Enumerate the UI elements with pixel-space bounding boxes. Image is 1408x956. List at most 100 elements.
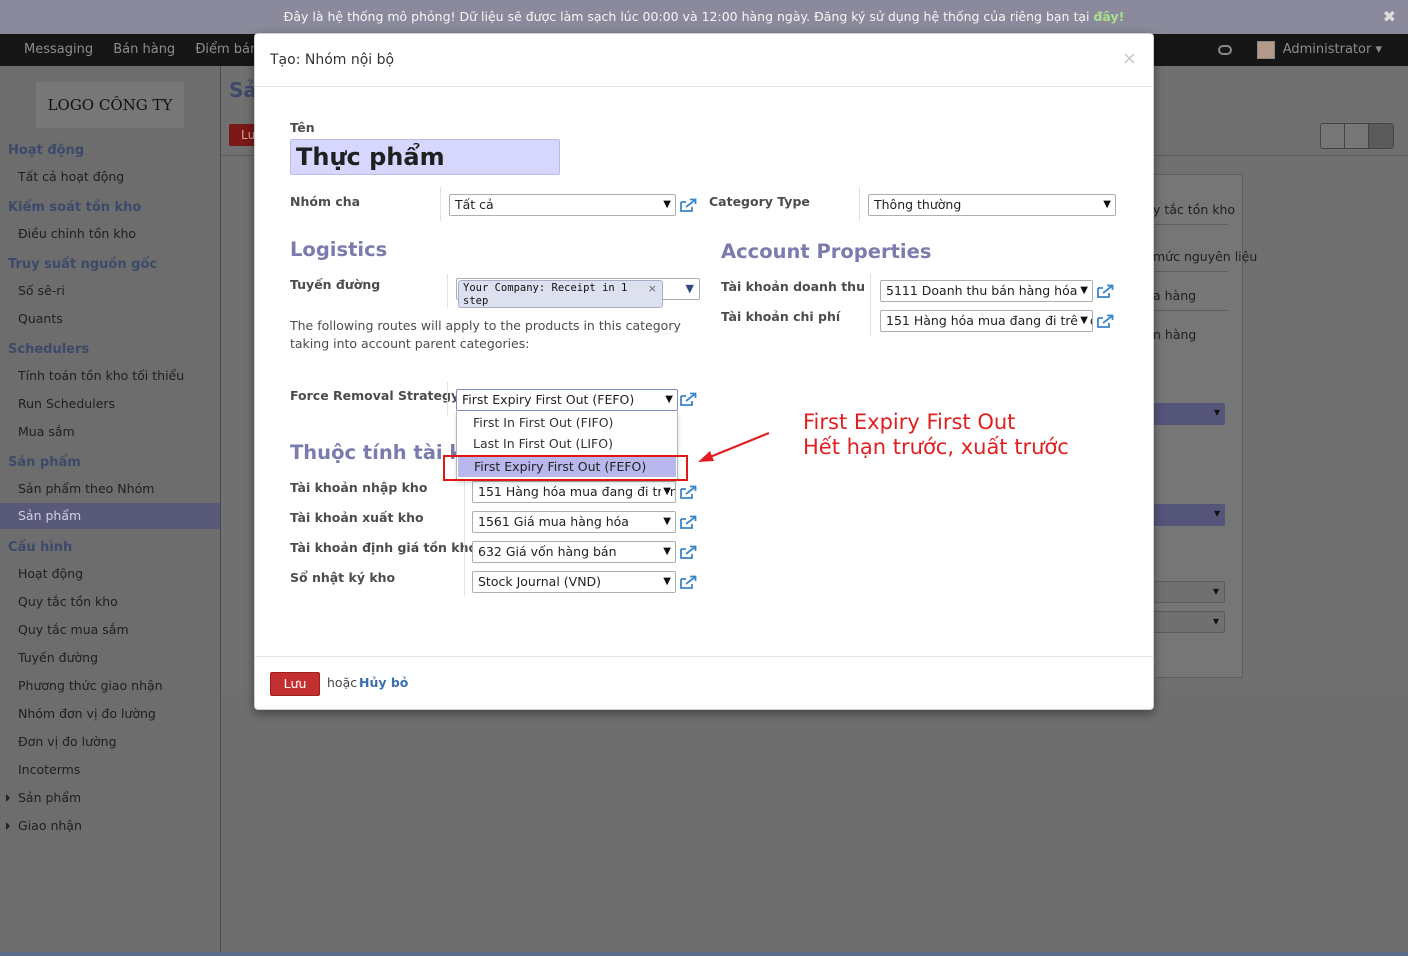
cancel-link[interactable]: Hủy bỏ bbox=[359, 675, 408, 690]
sidebar-item-routes[interactable]: Tuyến đường bbox=[18, 650, 98, 665]
sidebar-item-inventory-adjust[interactable]: Điều chỉnh tồn kho bbox=[18, 226, 136, 241]
stock-journal-label: Sổ nhật ký kho bbox=[290, 570, 396, 585]
sidebar-item-config-activities[interactable]: Hoạt động bbox=[18, 566, 83, 581]
sidebar-item-procurement[interactable]: Mua sắm bbox=[18, 424, 75, 439]
stock-valuation-select[interactable]: 632 Giá vốn hàng bán ▼ bbox=[472, 541, 676, 563]
company-logo: LOGO CÔNG TY bbox=[36, 82, 184, 128]
view-switcher[interactable] bbox=[1320, 123, 1394, 149]
sidebar-item-shipping[interactable]: Giao nhận bbox=[18, 818, 82, 833]
category-type-value: Thông thường bbox=[874, 197, 962, 212]
remove-tag-icon[interactable]: × bbox=[648, 282, 657, 295]
close-icon[interactable]: × bbox=[1122, 48, 1137, 69]
divider bbox=[1153, 310, 1228, 311]
banner-link[interactable]: đây! bbox=[1093, 9, 1124, 24]
routes-label: Tuyến đường bbox=[290, 277, 381, 292]
chat-icon[interactable] bbox=[1218, 44, 1233, 55]
sidebar-item-min-stock[interactable]: Tính toán tồn kho tối thiểu bbox=[18, 368, 184, 383]
external-link-icon[interactable] bbox=[680, 575, 697, 589]
external-link-icon[interactable] bbox=[680, 515, 697, 529]
sidebar-item-serial[interactable]: Số sê-ri bbox=[18, 283, 65, 298]
expense-account-select[interactable]: 151 Hàng hóa mua đang đi trên đường ▼ bbox=[880, 310, 1093, 332]
sidebar-item-quants[interactable]: Quants bbox=[18, 311, 63, 326]
background-text: y tắc tồn kho bbox=[1153, 202, 1236, 217]
parent-label: Nhóm cha bbox=[290, 194, 361, 209]
annotation-line-2: Hết hạn trước, xuất trước bbox=[803, 435, 1069, 459]
chevron-down-icon: ▼ bbox=[1078, 311, 1088, 331]
sidebar-item-stock-rules[interactable]: Quy tắc tồn kho bbox=[18, 594, 118, 609]
removal-strategy-value: First Expiry First Out (FEFO) bbox=[462, 392, 635, 407]
parent-value: Tất cả bbox=[455, 197, 494, 212]
category-type-label: Category Type bbox=[709, 194, 810, 209]
demo-banner: Đây là hệ thống mô phỏng! Dữ liệu sẽ đượ… bbox=[0, 0, 1408, 34]
nav-sales[interactable]: Bán hàng bbox=[113, 42, 175, 57]
stock-journal-select[interactable]: Stock Journal (VND) ▼ bbox=[472, 571, 676, 593]
banner-close-icon[interactable]: ✖ bbox=[1383, 0, 1396, 34]
nav-messaging[interactable]: Messaging bbox=[24, 42, 93, 57]
sidebar-item-config-products[interactable]: Sản phẩm bbox=[18, 790, 81, 805]
external-link-icon[interactable] bbox=[680, 198, 697, 212]
user-menu[interactable]: Administrator bbox=[1283, 42, 1372, 57]
form-view-icon[interactable] bbox=[1369, 124, 1393, 148]
sidebar-item-uom-groups[interactable]: Nhóm đơn vị đo lường bbox=[18, 706, 156, 721]
sidebar-head-inventory-control: Kiểm soát tồn kho bbox=[8, 200, 142, 215]
background-select[interactable] bbox=[1153, 581, 1225, 603]
route-tag-label: Your Company: Receipt in 1 step bbox=[463, 282, 628, 307]
divider bbox=[1153, 224, 1228, 225]
income-account-select[interactable]: 5111 Doanh thu bán hàng hóa ▼ bbox=[880, 280, 1093, 302]
background-text: mức nguyên liệu bbox=[1153, 249, 1258, 264]
sidebar-item-products-by-group[interactable]: Sản phẩm theo Nhóm bbox=[18, 481, 154, 496]
stock-output-select[interactable]: 1561 Giá mua hàng hóa ▼ bbox=[472, 511, 676, 533]
background-select[interactable] bbox=[1153, 504, 1225, 526]
option-lifo[interactable]: Last In First Out (LIFO) bbox=[473, 436, 613, 451]
expense-account-value: 151 Hàng hóa mua đang đi trên đường bbox=[886, 313, 1092, 328]
external-link-icon[interactable] bbox=[680, 392, 697, 406]
chevron-down-icon: ▼ bbox=[1101, 195, 1111, 215]
divider bbox=[1153, 271, 1228, 272]
chevron-down-icon: ▼ bbox=[663, 390, 673, 410]
routes-help-text: The following routes will apply to the p… bbox=[290, 318, 681, 351]
expense-account-label: Tài khoản chi phí bbox=[721, 309, 841, 324]
external-link-icon[interactable] bbox=[680, 545, 697, 559]
chevron-down-icon: ▼ bbox=[1078, 281, 1088, 301]
stock-valuation-value: 632 Giá vốn hàng bán bbox=[478, 544, 617, 559]
sidebar-item-incoterms[interactable]: Incoterms bbox=[18, 762, 80, 777]
sidebar-item-uom[interactable]: Đơn vị đo lường bbox=[18, 734, 117, 749]
external-link-icon[interactable] bbox=[680, 485, 697, 499]
caret-right-icon[interactable] bbox=[6, 822, 10, 830]
sidebar-item-products[interactable]: Sản phẩm bbox=[0, 503, 220, 529]
background-text: n hàng bbox=[1153, 327, 1197, 342]
name-field[interactable]: Thực phẩm bbox=[290, 139, 560, 175]
logistics-heading: Logistics bbox=[290, 238, 388, 261]
stock-output-label: Tài khoản xuất kho bbox=[290, 510, 424, 525]
background-select[interactable] bbox=[1153, 403, 1225, 425]
income-account-label: Tài khoản doanh thu bbox=[721, 279, 865, 294]
caret-right-icon[interactable] bbox=[6, 794, 10, 802]
dialog-header: Tạo: Nhóm nội bộ × bbox=[255, 34, 1153, 87]
external-link-icon[interactable] bbox=[1097, 314, 1114, 328]
sidebar-item-delivery-methods[interactable]: Phương thức giao nhận bbox=[18, 678, 163, 693]
chevron-down-icon: ▼ bbox=[685, 282, 694, 295]
stock-input-select[interactable]: 151 Hàng hóa mua đang đi trên đường ▼ bbox=[472, 481, 676, 503]
kanban-view-icon[interactable] bbox=[1321, 124, 1345, 148]
chevron-down-icon: ▼ bbox=[661, 195, 671, 215]
create-category-dialog: Tạo: Nhóm nội bộ × Tên Thực phẩm Nhóm ch… bbox=[254, 33, 1154, 710]
option-fifo[interactable]: First In First Out (FIFO) bbox=[473, 415, 613, 430]
sidebar-item-purchase-rules[interactable]: Quy tắc mua sắm bbox=[18, 622, 129, 637]
divider bbox=[859, 187, 860, 221]
sidebar-item-all-activities[interactable]: Tất cả hoạt động bbox=[18, 169, 124, 184]
stock-output-value: 1561 Giá mua hàng hóa bbox=[478, 514, 629, 529]
dialog-title: Tạo: Nhóm nội bộ bbox=[270, 52, 395, 68]
stock-input-value: 151 Hàng hóa mua đang đi trên đường bbox=[478, 484, 675, 499]
avatar[interactable] bbox=[1256, 40, 1275, 59]
save-button[interactable]: Lưu bbox=[270, 672, 320, 696]
parent-select[interactable]: Tất cả ▼ bbox=[449, 194, 676, 216]
user-caret-icon[interactable]: ▾ bbox=[1375, 42, 1382, 57]
dialog-footer: Lưu hoặc Hủy bỏ bbox=[255, 656, 1153, 710]
chevron-down-icon: ▼ bbox=[661, 512, 671, 532]
background-select[interactable] bbox=[1153, 611, 1225, 633]
category-type-select[interactable]: Thông thường ▼ bbox=[868, 194, 1116, 216]
list-view-icon[interactable] bbox=[1345, 124, 1369, 148]
external-link-icon[interactable] bbox=[1097, 284, 1114, 298]
removal-strategy-select[interactable]: First Expiry First Out (FEFO) ▼ bbox=[456, 389, 678, 411]
sidebar-item-run-schedulers[interactable]: Run Schedulers bbox=[18, 396, 115, 411]
